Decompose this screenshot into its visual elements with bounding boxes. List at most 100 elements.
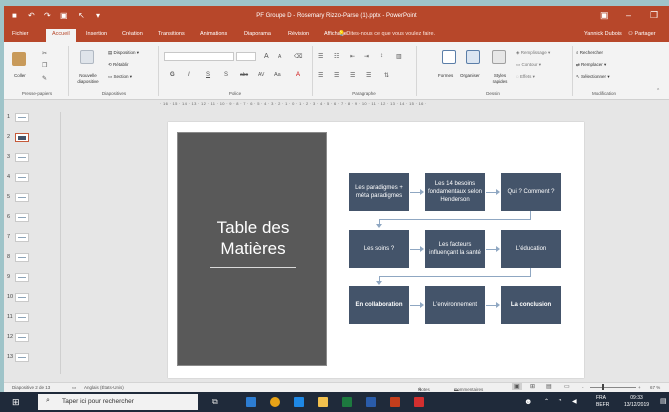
find-button[interactable]: ⌕ Rechercher [576, 50, 603, 55]
strikethrough-button[interactable]: abc [240, 72, 248, 78]
align-left-icon[interactable]: ☰ [318, 72, 323, 79]
process-box[interactable]: En collaboration [349, 286, 409, 324]
copy-icon[interactable]: ❐ [42, 62, 47, 69]
quick-styles-button[interactable]: Styles rapides [490, 73, 510, 85]
collapse-ribbon-icon[interactable]: ⌃ [656, 88, 660, 94]
slide-thumbnail[interactable] [15, 253, 29, 262]
numbering-icon[interactable]: ☷ [334, 53, 339, 60]
increase-indent-icon[interactable]: ⇥ [364, 53, 369, 60]
slide-thumbnail[interactable] [15, 113, 29, 122]
slide-thumbnail[interactable] [15, 133, 29, 142]
clock[interactable]: 09:33 13/12/2019 [624, 395, 649, 409]
text-direction-icon[interactable]: ⇅ [384, 72, 389, 79]
fill-button[interactable]: ◈ Remplissage ▾ [516, 50, 550, 56]
paste-button[interactable]: Coller [14, 73, 26, 78]
slide-thumbnail[interactable] [15, 353, 29, 362]
font-color-button[interactable]: A [296, 72, 300, 78]
tab-animations[interactable]: Animations [200, 31, 227, 37]
cut-icon[interactable]: ✂ [42, 50, 47, 57]
reading-view-icon[interactable]: ▤ [546, 383, 552, 390]
slide-thumbnail[interactable] [15, 213, 29, 222]
file-explorer-icon[interactable] [318, 397, 328, 407]
word-icon[interactable] [366, 397, 376, 407]
toc-panel[interactable]: Table des Matières [177, 132, 327, 366]
font-name-input[interactable] [164, 52, 234, 61]
effects-button[interactable]: ◌ Effets ▾ [516, 74, 535, 80]
task-view-icon[interactable]: ⧉ [212, 397, 218, 407]
format-painter-icon[interactable]: ✎ [42, 75, 47, 82]
windows-start-icon[interactable]: ⊞ [12, 397, 20, 408]
notifications-icon[interactable]: ▤ [660, 397, 667, 405]
bullets-icon[interactable]: ☰ [318, 53, 323, 60]
slideshow-view-icon[interactable]: ▭ [564, 383, 570, 390]
slide-thumbnail[interactable] [15, 313, 29, 322]
arrange-button[interactable]: Organiser [460, 73, 480, 78]
language-indicator[interactable]: Anglais (États-Unis) [84, 385, 124, 390]
select-button[interactable]: ↖ Sélectionner ▾ [576, 74, 610, 80]
ribbon-options-icon[interactable]: ▣ [600, 10, 609, 21]
slide-thumbnail[interactable] [15, 273, 29, 282]
replace-button[interactable]: ⇄ Remplacer ▾ [576, 62, 606, 68]
change-case-button[interactable]: Aa [274, 72, 281, 78]
italic-button[interactable]: I [188, 72, 190, 78]
clear-format-icon[interactable]: ⌫ [294, 53, 302, 60]
acrobat-icon[interactable] [414, 397, 424, 407]
process-box[interactable]: Les 14 besoins fondamentaux selon Hender… [425, 173, 485, 211]
restore-button[interactable]: ❐ [650, 10, 658, 21]
decrease-indent-icon[interactable]: ⇤ [350, 53, 355, 60]
quick-styles-icon[interactable] [492, 50, 506, 64]
grow-font-button[interactable]: A [264, 53, 269, 60]
zoom-out-button[interactable]: - [582, 385, 584, 390]
shapes-button[interactable]: Formes [438, 73, 453, 78]
outline-button[interactable]: ▭ Contour ▾ [516, 62, 541, 68]
process-box[interactable]: L'éducation [501, 230, 561, 268]
volume-icon[interactable]: ◀ [572, 398, 577, 405]
font-size-input[interactable] [236, 52, 256, 61]
char-spacing-button[interactable]: AV [258, 72, 264, 78]
spellcheck-icon[interactable]: ▭ [72, 385, 76, 391]
zoom-in-button[interactable]: + [638, 385, 641, 390]
shrink-font-button[interactable]: A [278, 54, 281, 60]
tab-design[interactable]: Création [122, 31, 143, 37]
tab-home[interactable]: Accueil [46, 29, 76, 42]
zoom-level[interactable]: 67 % [650, 385, 660, 390]
process-box[interactable]: Les facteurs influençant la santé [425, 230, 485, 268]
tab-file[interactable]: Fichier [12, 31, 29, 37]
slide-thumbnail[interactable] [15, 193, 29, 202]
powerpoint-icon[interactable] [390, 397, 400, 407]
align-right-icon[interactable]: ☰ [350, 72, 355, 79]
slide-sorter-icon[interactable]: ⊞ [530, 383, 535, 390]
align-center-icon[interactable]: ☰ [334, 72, 339, 79]
tab-transitions[interactable]: Transitions [158, 31, 185, 37]
user-name[interactable]: Yannick Dubois [584, 31, 622, 37]
zoom-slider[interactable] [590, 387, 636, 388]
tray-chevron-icon[interactable]: ⌃ [544, 398, 549, 405]
new-slide-icon[interactable] [80, 50, 94, 64]
network-icon[interactable]: ◔ [558, 398, 562, 404]
reset-button[interactable]: ⟲ Rétablir [108, 62, 129, 68]
chrome-icon[interactable] [270, 397, 280, 407]
process-box[interactable]: Les soins ? [349, 230, 409, 268]
slide-thumbnail[interactable] [15, 153, 29, 162]
justify-icon[interactable]: ☰ [366, 72, 371, 79]
slide-thumbnail[interactable] [15, 333, 29, 342]
process-box[interactable]: L'environnement [425, 286, 485, 324]
line-spacing-icon[interactable]: ↕ [380, 53, 383, 59]
taskbar-search-box[interactable]: ⌕ Taper ici pour rechercher [38, 394, 198, 410]
process-box[interactable]: Les paradigmes + méta paradigmes [349, 173, 409, 211]
tab-slideshow[interactable]: Diaporama [244, 31, 271, 37]
minimize-button[interactable]: – [626, 10, 631, 20]
section-button[interactable]: ▭ Section ▾ [108, 74, 132, 80]
tab-review[interactable]: Révision [288, 31, 309, 37]
excel-icon[interactable] [342, 397, 352, 407]
folder-app-icon[interactable] [246, 397, 256, 407]
language-tray[interactable]: FRA BEFR [596, 395, 609, 409]
normal-view-icon[interactable]: ▣ [512, 383, 522, 390]
slide-canvas[interactable]: Table des Matières Les paradigmes + méta… [168, 122, 584, 378]
tab-insert[interactable]: Insertion [86, 31, 107, 37]
edge-icon[interactable] [294, 397, 304, 407]
shadow-button[interactable]: S [224, 72, 228, 78]
toc-title[interactable]: Table des Matières [178, 217, 328, 259]
slide-thumbnail[interactable] [15, 173, 29, 182]
slide-thumbnail[interactable] [15, 233, 29, 242]
